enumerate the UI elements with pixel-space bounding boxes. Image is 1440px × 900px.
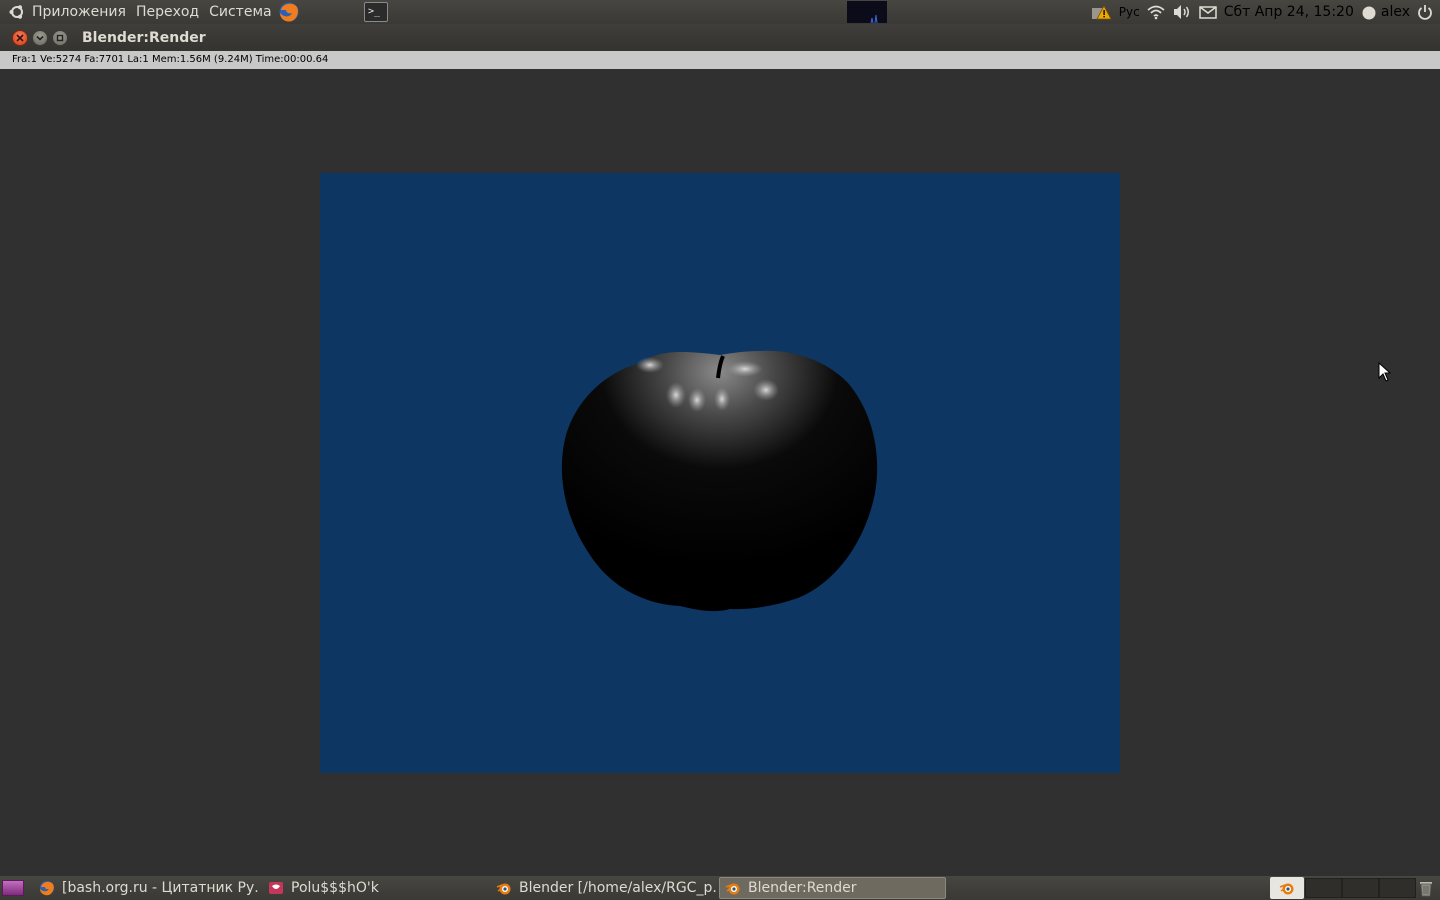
mail-icon[interactable]: [1198, 5, 1217, 19]
show-desktop-button[interactable]: [2, 880, 24, 896]
firefox-launcher-icon[interactable]: [278, 1, 300, 23]
firefox-icon: [40, 881, 54, 896]
menu-applications[interactable]: Приложения: [27, 0, 131, 24]
volume-icon[interactable]: [1172, 4, 1192, 20]
taskbar-item-label: Blender:Render: [748, 880, 857, 896]
minimize-button[interactable]: [32, 29, 48, 46]
bottom-panel: [bash.org.ru - Цитатник Ру... Polu$$$hO'…: [0, 876, 1440, 900]
workspace-1[interactable]: [1270, 877, 1304, 899]
close-button[interactable]: [12, 29, 28, 46]
keyboard-layout-indicator[interactable]: Рус: [1119, 0, 1140, 24]
system-monitor-applet[interactable]: [847, 1, 887, 24]
clock[interactable]: Сбт Апр 24, 15:20: [1224, 0, 1354, 24]
window-title: Blender:Render: [82, 29, 206, 46]
terminal-launcher-icon[interactable]: >_: [364, 2, 388, 22]
taskbar-item-label: Polu$$$hO'k: [291, 880, 379, 896]
menu-system[interactable]: Система: [204, 0, 276, 24]
menu-places[interactable]: Переход: [131, 0, 204, 24]
render-image: [320, 173, 1120, 773]
workspace-4[interactable]: [1379, 878, 1416, 898]
user-menu[interactable]: alex: [1361, 0, 1410, 24]
pidgin-icon: [269, 882, 283, 894]
mouse-cursor-icon: [1378, 362, 1392, 382]
power-icon[interactable]: [1417, 4, 1433, 20]
render-area[interactable]: [0, 69, 1440, 876]
workspace-2[interactable]: [1305, 878, 1342, 898]
trash-icon[interactable]: [1418, 879, 1434, 897]
user-name: alex: [1380, 4, 1410, 20]
minimize-icon: [36, 35, 44, 41]
taskbar-item-label: Blender [/home/alex/RGC_p...: [519, 880, 716, 896]
wifi-icon[interactable]: [1147, 4, 1165, 20]
ubuntu-logo-icon[interactable]: [9, 4, 25, 20]
system-tray: Рус Сбт Апр 24, 15:20 alex: [1090, 0, 1440, 24]
user-status-icon: [1362, 6, 1376, 20]
blender-icon: [725, 883, 740, 895]
workspace-3[interactable]: [1342, 878, 1379, 898]
taskbar-item-blender-render[interactable]: Blender:Render: [719, 877, 946, 899]
window-titlebar[interactable]: Blender:Render: [0, 24, 1440, 51]
render-info-bar: Fra:1 Ve:5274 Fa:7701 La:1 Mem:1.56M (9.…: [0, 51, 1440, 69]
taskbar-item-blender-main[interactable]: Blender [/home/alex/RGC_p...: [491, 877, 716, 899]
blender-tray-icon: [1279, 883, 1294, 895]
taskbar-item-label: [bash.org.ru - Цитатник Ру...: [62, 880, 260, 896]
maximize-button[interactable]: [52, 29, 68, 46]
update-warning-icon[interactable]: [1090, 3, 1112, 21]
apple-render: [561, 350, 878, 612]
maximize-icon: [56, 34, 64, 41]
taskbar-item-pidgin[interactable]: Polu$$$hO'k: [263, 877, 487, 899]
taskbar-item-firefox[interactable]: [bash.org.ru - Цитатник Ру...: [34, 877, 260, 899]
blender-icon: [496, 883, 511, 895]
close-icon: [16, 33, 24, 42]
